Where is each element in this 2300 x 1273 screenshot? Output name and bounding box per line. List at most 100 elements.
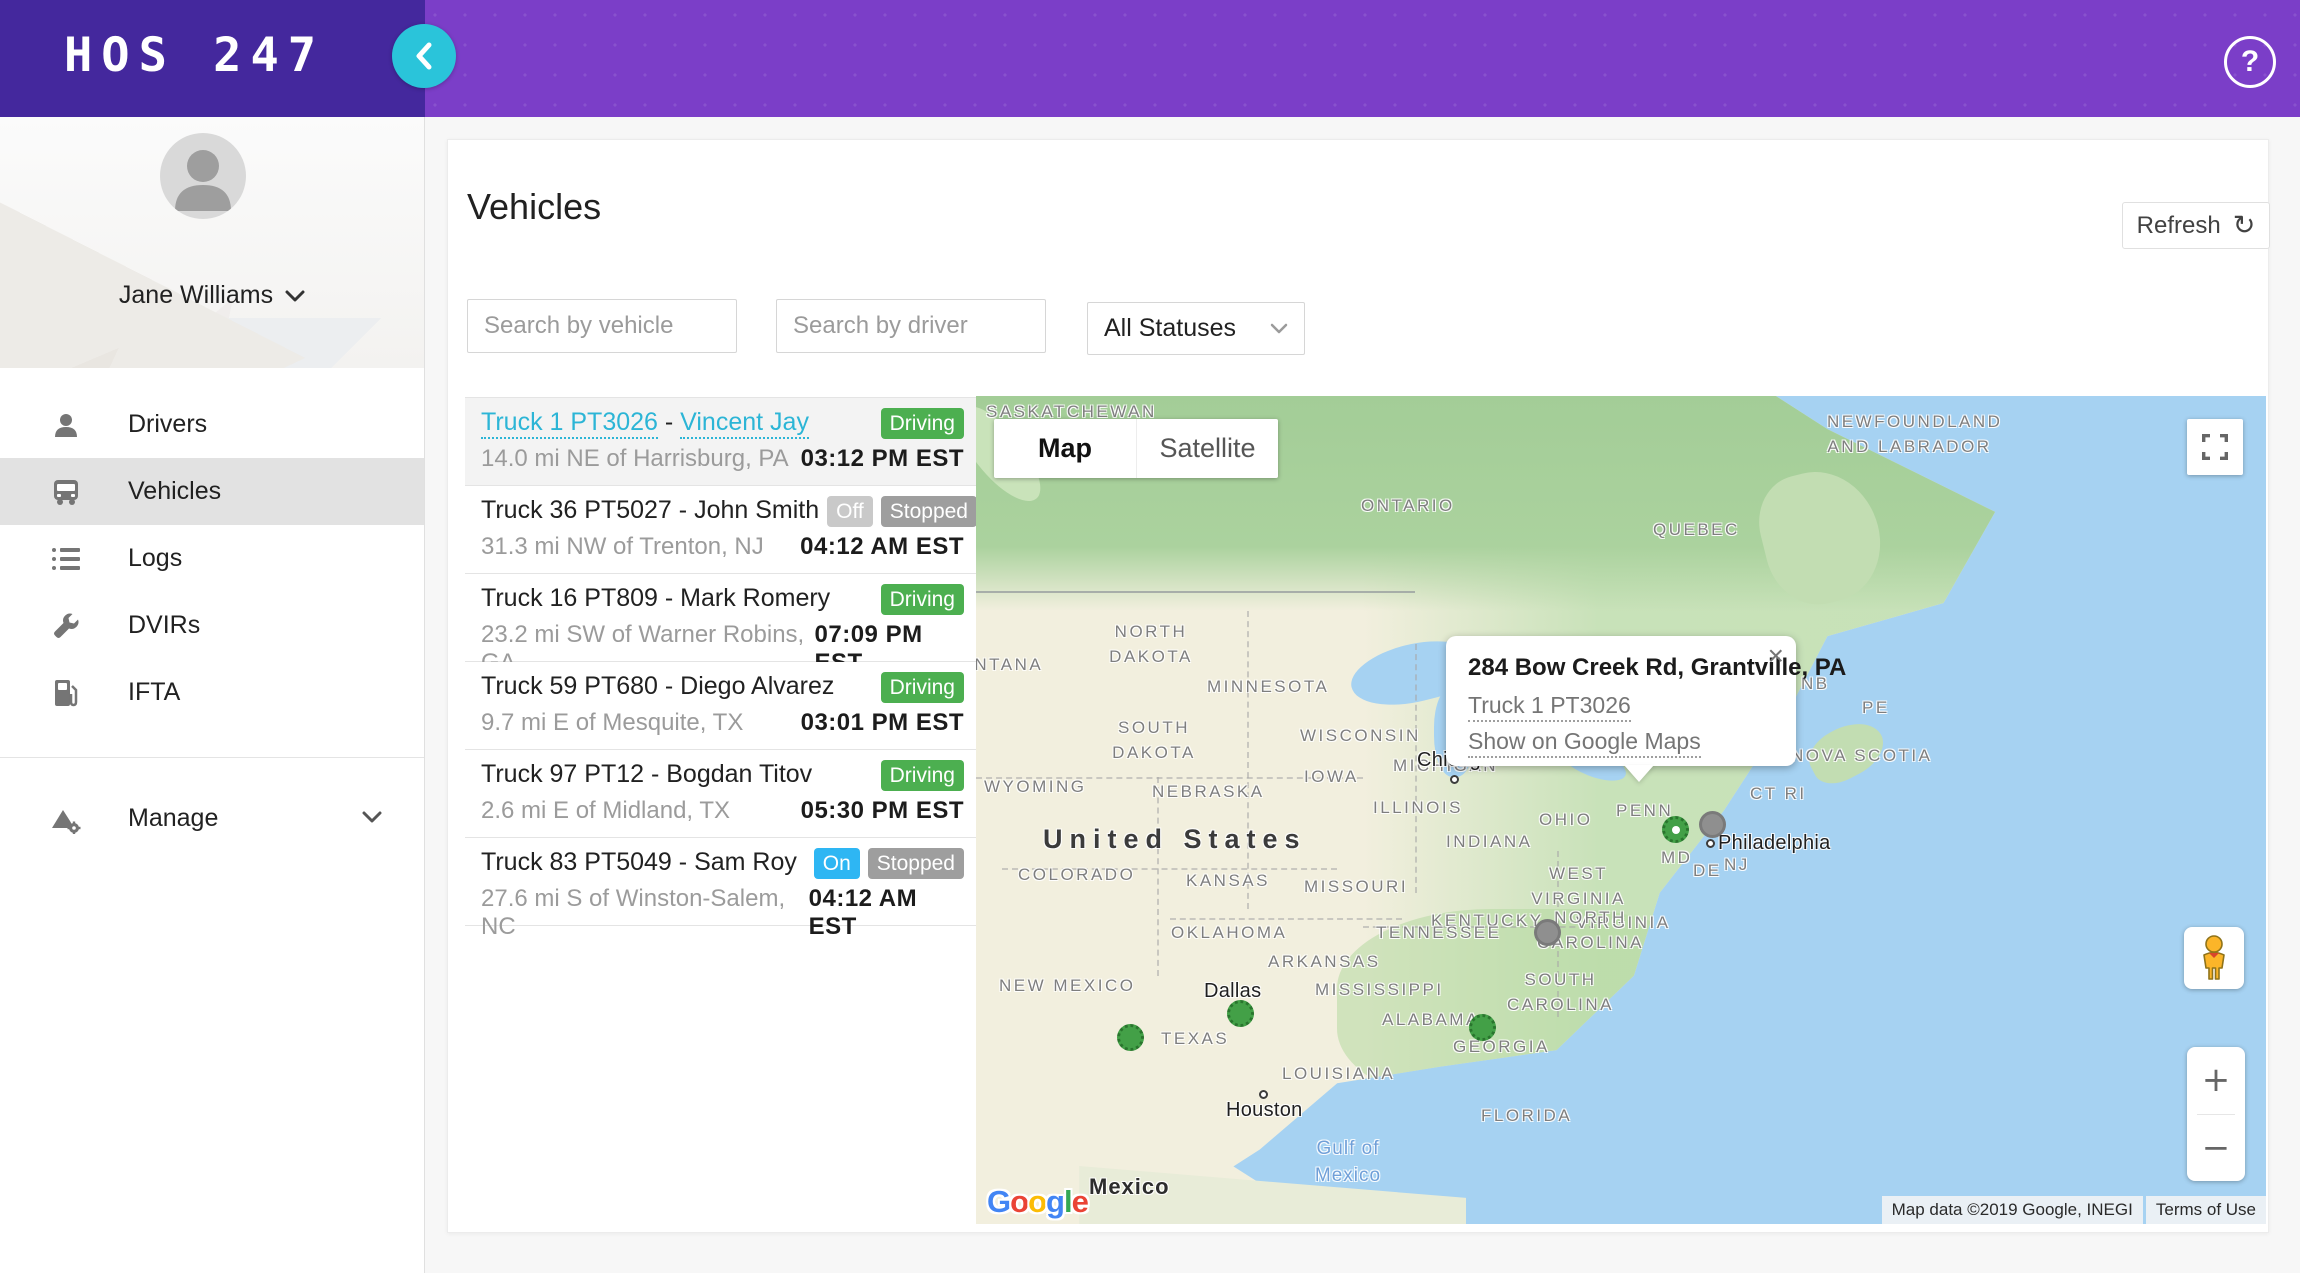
map-label: CT RI [1750, 784, 1807, 804]
zoom-in-button[interactable]: + [2187, 1047, 2245, 1114]
google-logo-letter: o [1010, 1184, 1028, 1219]
refresh-button[interactable]: Refresh ↻ [2122, 202, 2270, 249]
map-label: QUEBEC [1653, 520, 1740, 540]
map-label: TENNESSEE [1376, 923, 1501, 943]
map-label: MINNESOTA [1207, 677, 1329, 697]
vehicle-row[interactable]: Truck 1 PT3026 - Vincent Jay Driving 14.… [465, 398, 976, 486]
sidebar-item-dvirs[interactable]: DVIRs [0, 592, 424, 659]
sidebar-item-label: Logs [128, 544, 182, 573]
vehicle-location: 27.6 mi S of Winston-Salem, NC [481, 885, 809, 941]
fullscreen-button[interactable] [2187, 419, 2243, 475]
search-vehicle-input[interactable] [467, 299, 737, 353]
vehicle-name: Truck 83 PT5049 [481, 848, 672, 876]
vehicle-location: 2.6 mi E of Midland, TX [481, 797, 730, 825]
vehicle-row[interactable]: Truck 16 PT809 - Mark Romery Driving 23.… [465, 574, 976, 662]
info-window-tail [1624, 765, 1654, 782]
sidebar-item-logs[interactable]: Logs [0, 525, 424, 592]
vehicle-last-update-time: 04:12 AM EST [809, 885, 964, 941]
search-driver-input[interactable] [776, 299, 1046, 353]
map-label: NEBRASKA [1152, 782, 1265, 802]
refresh-icon: ↻ [2233, 210, 2256, 241]
status-badges: Driving [881, 408, 964, 439]
google-logo-letter: g [1046, 1184, 1064, 1219]
driver-name[interactable]: Vincent Jay [680, 408, 809, 439]
sidebar-item-ifta[interactable]: IFTA [0, 659, 424, 726]
marker-truck-nc[interactable] [1534, 919, 1561, 946]
google-logo-letter: G [987, 1184, 1010, 1219]
status-badge: Driving [881, 760, 964, 791]
marker-truck-nj[interactable] [1699, 811, 1726, 838]
status-filter-value: All Statuses [1104, 314, 1236, 343]
marker-truck-1-pa[interactable] [1662, 816, 1689, 843]
pegman-button[interactable] [2184, 927, 2244, 989]
map-label: Gulf of Mexico [1298, 1136, 1398, 1189]
vehicle-name[interactable]: Truck 1 PT3026 [481, 408, 658, 439]
chevron-left-icon [413, 41, 435, 71]
vehicle-last-update-time: 04:12 AM EST [800, 533, 964, 561]
status-badge: Off [827, 496, 873, 527]
map-label: WYOMING [984, 777, 1087, 797]
google-logo-letter: o [1028, 1184, 1046, 1219]
status-filter-select[interactable]: All Statuses [1087, 302, 1305, 355]
map-label: ONTARIO [1361, 496, 1455, 516]
map-label: ARKANSAS [1268, 952, 1381, 972]
question-mark-icon: ? [2241, 45, 2259, 79]
vehicle-row[interactable]: Truck 97 PT12 - Bogdan Titov Driving 2.6… [465, 750, 976, 838]
vehicle-title: Truck 16 PT809 - Mark Romery [481, 584, 830, 613]
person-silhouette-icon [160, 133, 246, 219]
user-menu[interactable]: Jane Williams [0, 281, 424, 310]
vehicle-row[interactable]: Truck 59 PT680 - Diego Alvarez Driving 9… [465, 662, 976, 750]
vehicle-location: 31.3 mi NW of Trenton, NJ [481, 533, 764, 561]
zoom-out-button[interactable]: − [2187, 1115, 2245, 1182]
sidebar-item-manage[interactable]: Manage [0, 785, 424, 852]
refresh-button-label: Refresh [2137, 212, 2221, 240]
info-window-title: 284 Bow Creek Rd, Grantville, PA [1468, 654, 1846, 682]
map-label: PE [1862, 698, 1890, 718]
info-window-google-maps-link[interactable]: Show on Google Maps [1468, 728, 1701, 758]
vehicle-last-update-time: 03:01 PM EST [801, 709, 964, 737]
vehicle-row[interactable]: Truck 83 PT5049 - Sam Roy OnStopped 27.6… [465, 838, 976, 926]
map-label: United States [1043, 824, 1307, 855]
map-label: GEORGIA [1453, 1037, 1550, 1057]
close-icon[interactable]: × [1768, 642, 1784, 670]
app-logo: HOS 247 [64, 28, 325, 83]
page-title: Vehicles [467, 186, 601, 228]
marker-truck-ga[interactable] [1469, 1014, 1496, 1041]
sidebar-item-drivers[interactable]: Drivers [0, 391, 424, 458]
vehicle-row[interactable]: Truck 36 PT5027 - John Smith OffStopped … [465, 486, 976, 574]
info-window-vehicle-link[interactable]: Truck 1 PT3026 [1468, 692, 1631, 722]
marker-truck-midland[interactable] [1117, 1024, 1144, 1051]
list-icon [46, 546, 86, 572]
vehicle-location: 9.7 mi E of Mesquite, TX [481, 709, 743, 737]
map-label: KANSAS [1186, 871, 1270, 891]
map-canvas[interactable]: SASKATCHEWANONTARIOQUEBECNEWFOUNDLAND AN… [976, 396, 2266, 1224]
map-label: COLORADO [1018, 865, 1135, 885]
sidebar-item-vehicles[interactable]: Vehicles [0, 458, 424, 525]
top-header: HOS 247 ? [0, 0, 2300, 117]
status-badge: Driving [881, 584, 964, 615]
help-button[interactable]: ? [2224, 36, 2276, 88]
map-label: NEW MEXICO [999, 976, 1135, 996]
vehicle-name: Truck 16 PT809 [481, 584, 658, 612]
user-name: Jane Williams [119, 281, 273, 310]
sidebar-divider [0, 757, 424, 758]
map-label: Mexico [1089, 1174, 1170, 1200]
sidebar-collapse-button[interactable] [392, 24, 456, 88]
fullscreen-icon [2202, 434, 2228, 460]
satellite-view-button[interactable]: Satellite [1136, 419, 1278, 478]
user-card: Jane Williams [0, 117, 424, 368]
status-badge: Driving [881, 408, 964, 439]
driver-name: Bogdan Titov [666, 760, 812, 788]
driver-name: Mark Romery [680, 584, 830, 612]
vehicle-name: Truck 97 PT12 [481, 760, 644, 788]
map-view-button[interactable]: Map [994, 419, 1136, 478]
terms-of-use-link[interactable]: Terms of Use [2146, 1196, 2266, 1224]
driver-name: Diego Alvarez [680, 672, 834, 700]
content-card: Vehicles Refresh ↻ All Statuses Truck 1 … [447, 139, 2269, 1233]
google-logo[interactable]: Google [987, 1184, 1088, 1220]
vehicle-last-update-time: 05:30 PM EST [801, 797, 964, 825]
map-label: WEST VIRGINIA [1531, 862, 1626, 911]
marker-truck-dallas[interactable] [1227, 1000, 1254, 1027]
map-label: PENN [1616, 801, 1673, 821]
sidebar-item-label: IFTA [128, 678, 180, 707]
